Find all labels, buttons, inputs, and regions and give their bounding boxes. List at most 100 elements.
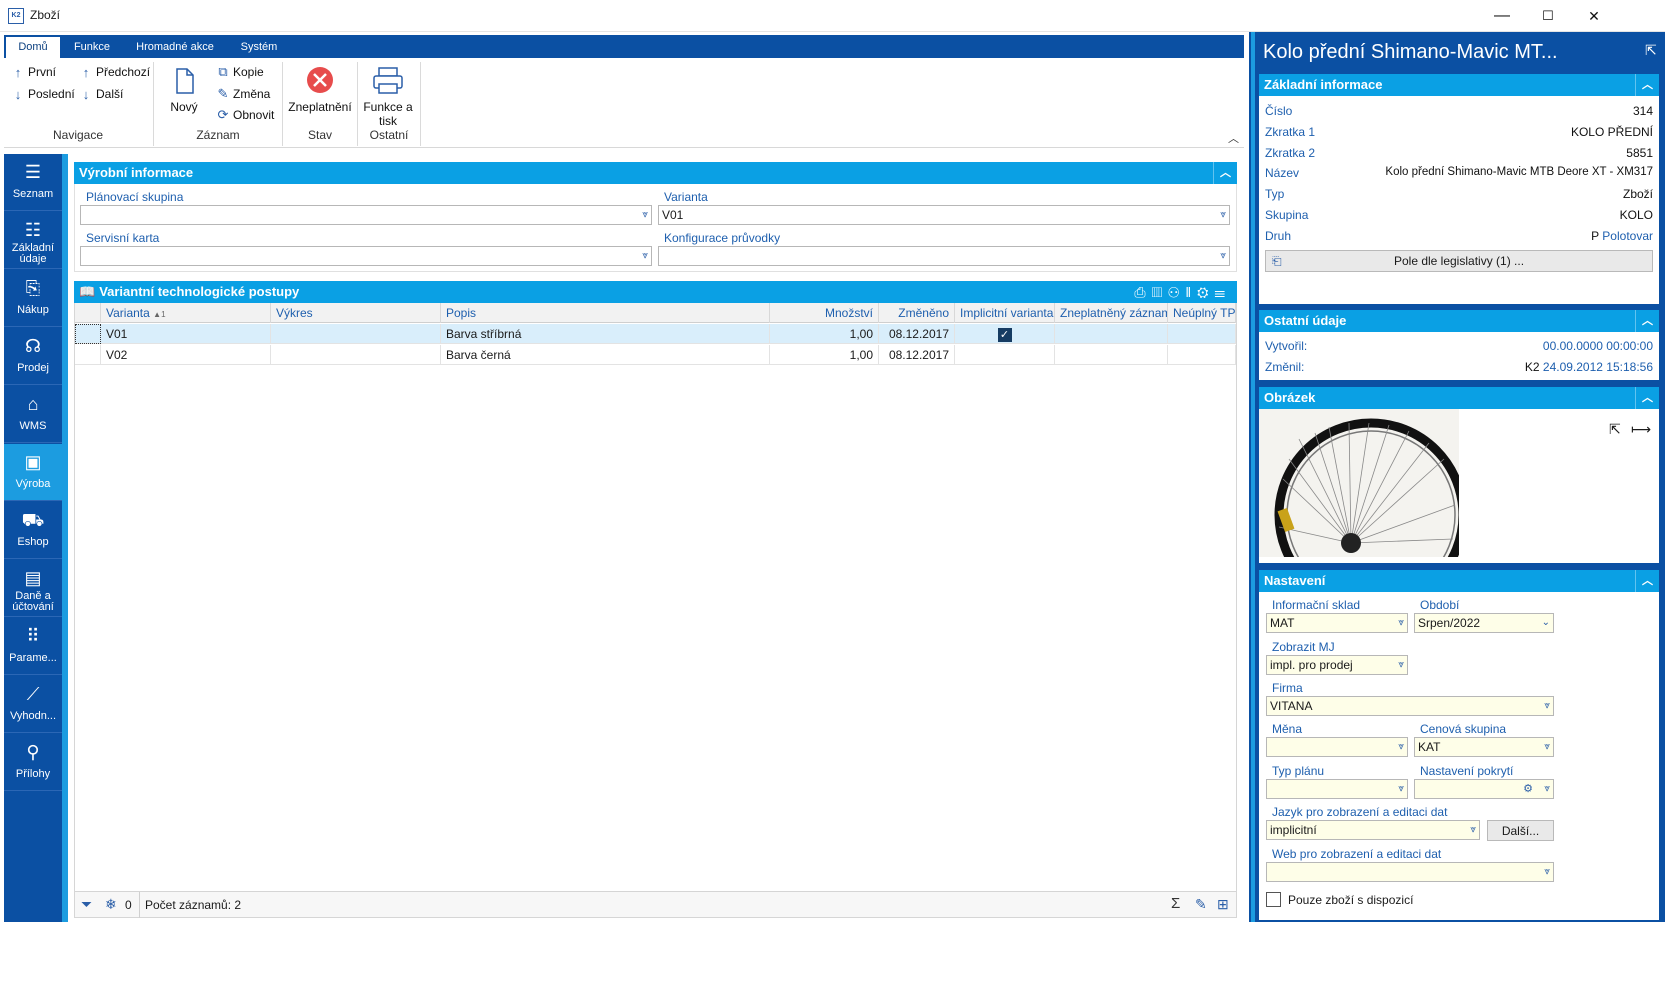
web-input[interactable]: ⩔ xyxy=(1266,862,1554,882)
col-zneplatneny-zaznam[interactable]: Zneplatněný záznam xyxy=(1055,303,1168,323)
config-input[interactable]: ⩔ xyxy=(658,246,1230,266)
collapse-icon[interactable]: ︿ xyxy=(1635,310,1659,332)
cell-implicitni[interactable]: ✓ xyxy=(955,324,1055,344)
add-record-icon[interactable]: ⊞ xyxy=(1217,896,1229,913)
nav-vyroba[interactable]: ▣ Výroba xyxy=(4,444,62,501)
nav-nakup[interactable]: ⎘ Nákup xyxy=(4,270,62,327)
edit-icon[interactable]: ✎ xyxy=(1195,896,1207,913)
dropdown-icon[interactable]: ⩔ xyxy=(1470,821,1476,839)
nav-parametry[interactable]: ⠿ Parame... xyxy=(4,618,62,675)
minimize-button[interactable]: — xyxy=(1479,0,1525,32)
dropdown-icon[interactable]: ⩔ xyxy=(1220,247,1226,265)
collapse-icon[interactable]: ︿ xyxy=(1635,74,1659,96)
open-external-icon[interactable]: ⇱ xyxy=(1645,42,1657,59)
columns-icon[interactable]: ‖ xyxy=(1185,284,1197,300)
dropdown-icon[interactable]: ⩔ xyxy=(1398,738,1404,756)
nav-prilohy[interactable]: ⚲ Přílohy xyxy=(4,734,62,791)
created-value[interactable]: 00.00.0000 00:00:00 xyxy=(1543,339,1653,353)
price-group-value: KAT xyxy=(1418,740,1441,754)
print-icon[interactable]: ⎙ xyxy=(1134,284,1151,300)
available-only-checkbox[interactable] xyxy=(1266,892,1281,907)
new-button[interactable]: Nový xyxy=(164,66,204,114)
copy-button[interactable]: ⧉ Kopie xyxy=(217,62,263,82)
dropdown-icon[interactable]: ⩔ xyxy=(1544,697,1550,715)
nav-wms[interactable]: ⌂ WMS xyxy=(4,386,62,443)
gear-icon[interactable]: ⚙ xyxy=(1523,780,1533,798)
first-button[interactable]: ↑ První xyxy=(12,62,56,82)
legislation-button[interactable]: ⎗ Pole dle legislativy (1) ... xyxy=(1265,250,1653,272)
collapse-icon[interactable]: ︿ xyxy=(1635,570,1659,592)
chevron-down-icon[interactable]: ⌄ xyxy=(1542,614,1550,632)
nav-zakladni-udaje[interactable]: ☷ Základní údaje xyxy=(4,212,62,269)
dropdown-icon[interactable]: ⩔ xyxy=(1398,614,1404,632)
chart-icon[interactable]: ▥ xyxy=(1152,284,1169,300)
show-mj-input[interactable]: impl. pro prodej ⩔ xyxy=(1266,655,1408,675)
tab-domu[interactable]: Domů xyxy=(6,37,60,58)
coverage-input[interactable]: ⚙ ⩔ xyxy=(1414,779,1554,799)
col-varianta[interactable]: Varianta ▲1 xyxy=(101,303,271,323)
maximize-button[interactable]: ☐ xyxy=(1525,0,1571,32)
previous-button[interactable]: ↑ Předchozí xyxy=(80,62,150,82)
company-input[interactable]: VITANA ⩔ xyxy=(1266,696,1554,716)
price-group-input[interactable]: KAT ⩔ xyxy=(1414,737,1554,757)
changed-date[interactable]: 24.09.2012 15:18:56 xyxy=(1543,360,1653,374)
col-zmeneno[interactable]: Změněno xyxy=(879,303,955,323)
tab-hromadne-akce[interactable]: Hromadné akce xyxy=(128,37,222,58)
dropdown-icon[interactable]: ⩔ xyxy=(1220,206,1226,224)
col-popis[interactable]: Popis xyxy=(441,303,770,323)
nav-vyhodnoceni[interactable]: ⟋ Vyhodn... xyxy=(4,676,62,733)
table-row[interactable]: V02 Barva černá 1,00 08.12.2017 xyxy=(75,345,1236,365)
dropdown-icon[interactable]: ⩔ xyxy=(642,247,648,265)
panel-splitter[interactable] xyxy=(1251,32,1255,922)
druh-link[interactable]: Polotovar xyxy=(1602,229,1653,243)
functions-print-button[interactable]: Funkce a tisk xyxy=(360,66,416,128)
collapse-icon[interactable]: ︿ xyxy=(1635,387,1659,409)
nav-prodej[interactable]: ☊ Prodej xyxy=(4,328,62,385)
dropdown-icon[interactable]: ⩔ xyxy=(1544,863,1550,881)
language-input[interactable]: implicitní ⩔ xyxy=(1266,820,1480,840)
dropdown-icon[interactable]: ⩔ xyxy=(1544,780,1550,798)
planning-group-input[interactable]: ⩔ xyxy=(80,205,652,225)
cell-implicitni[interactable] xyxy=(955,345,1055,365)
dropdown-icon[interactable]: ⩔ xyxy=(1544,738,1550,756)
service-card-input[interactable]: ⩔ xyxy=(80,246,652,266)
info-store-input[interactable]: MAT ⩔ xyxy=(1266,613,1408,633)
dropdown-icon[interactable]: ⩔ xyxy=(1398,656,1404,674)
open-image-icon[interactable]: ⇱ xyxy=(1609,421,1621,438)
settings-icon[interactable]: ⚙ xyxy=(1197,284,1214,300)
nav-dane-a-uctovani[interactable]: ▤ Daně a účtování xyxy=(4,560,62,617)
menu-icon[interactable]: ☰ xyxy=(1215,284,1232,300)
more-button[interactable]: Další... xyxy=(1487,820,1554,841)
dropdown-icon[interactable]: ⩔ xyxy=(642,206,648,224)
row-selector[interactable] xyxy=(75,345,101,365)
checkbox-checked-icon[interactable]: ✓ xyxy=(997,328,1012,342)
plan-type-input[interactable]: ⩔ xyxy=(1266,779,1408,799)
change-button[interactable]: ✎ Změna xyxy=(217,84,271,104)
period-input[interactable]: Srpen/2022 ⌄ xyxy=(1414,613,1554,633)
col-vykres[interactable]: Výkres xyxy=(271,303,441,323)
invalidate-button[interactable]: Zneplatnění xyxy=(287,66,353,114)
col-neuplny-tp[interactable]: Neúplný TP xyxy=(1168,303,1236,323)
filter-icon[interactable]: ⏷ xyxy=(81,896,92,913)
hierarchy-icon[interactable]: ⚇ xyxy=(1168,284,1185,300)
next-button[interactable]: ↓ Další xyxy=(80,84,124,104)
last-button[interactable]: ↓ Poslední xyxy=(12,84,75,104)
variant-input[interactable]: V01 ⩔ xyxy=(658,205,1230,225)
currency-input[interactable]: ⩔ xyxy=(1266,737,1408,757)
tab-funkce[interactable]: Funkce xyxy=(66,37,118,58)
nav-seznam[interactable]: ☰ Seznam xyxy=(4,154,62,211)
close-button[interactable]: ✕ xyxy=(1571,0,1617,32)
table-row[interactable]: V01 Barva stříbrná 1,00 08.12.2017 ✓ xyxy=(75,324,1236,344)
snowflake-icon[interactable]: ❄ xyxy=(105,896,117,913)
ribbon-collapse-icon[interactable]: ︿ xyxy=(1228,130,1239,146)
tab-system[interactable]: Systém xyxy=(232,37,286,58)
fit-width-icon[interactable]: ⟼ xyxy=(1631,421,1651,438)
sum-icon[interactable]: Σ xyxy=(1171,895,1180,912)
nav-eshop[interactable]: ⛟ Eshop xyxy=(4,502,62,559)
col-mnozstvi[interactable]: Množství xyxy=(770,303,879,323)
row-selector[interactable] xyxy=(75,324,101,344)
collapse-icon[interactable]: ︿ xyxy=(1213,162,1237,184)
col-implicitni-varianta[interactable]: Implicitní varianta xyxy=(955,303,1055,323)
refresh-button[interactable]: ⟳ Obnovit xyxy=(217,105,275,125)
dropdown-icon[interactable]: ⩔ xyxy=(1398,780,1404,798)
